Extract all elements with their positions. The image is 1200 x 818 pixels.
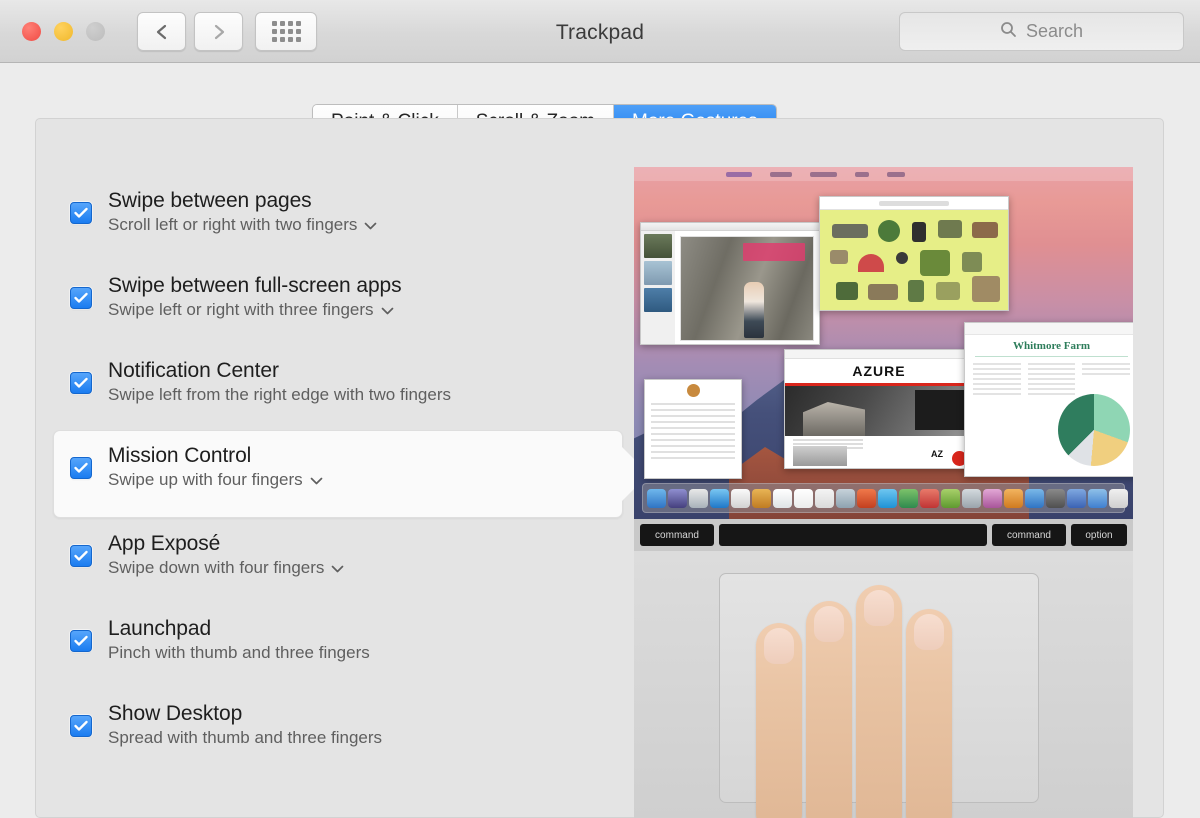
gesture-demo-preview: AZURE AZ Whitmore Farm command command o… (634, 167, 1133, 818)
azure-brand-label: AZURE (785, 359, 973, 383)
gesture-subtitle-row[interactable]: Swipe down with four fingers (108, 558, 344, 578)
gesture-list: Swipe between pages Scroll left or right… (53, 175, 649, 773)
search-placeholder: Search (1025, 21, 1084, 41)
gesture-row-show-desktop[interactable]: Show Desktop Spread with thumb and three… (53, 688, 623, 773)
gesture-title: Swipe between pages (108, 189, 312, 212)
checkbox-notification-center[interactable] (70, 372, 92, 394)
chevron-down-icon[interactable] (331, 558, 344, 578)
azure-magazine-window: AZURE AZ (784, 349, 974, 469)
pie-chart (1058, 394, 1130, 466)
checkbox-launchpad[interactable] (70, 630, 92, 652)
gesture-title: Mission Control (108, 444, 252, 467)
spreadsheet-window: Whitmore Farm (964, 322, 1133, 477)
checkbox-app-expose[interactable] (70, 545, 92, 567)
contact-card-window (644, 379, 742, 479)
spreadsheet-title: Whitmore Farm (1012, 340, 1091, 352)
gesture-title: Swipe between full-screen apps (108, 274, 402, 297)
gesture-subtitle-row[interactable]: Swipe left or right with three fingers (108, 300, 402, 320)
chevron-down-icon[interactable] (310, 470, 323, 490)
gesture-subtitle: Swipe left or right with three fingers (108, 300, 374, 319)
checkbox-swipe-between-full-screen-apps[interactable] (70, 287, 92, 309)
gesture-subtitle: Spread with thumb and three fingers (108, 728, 383, 747)
gesture-subtitle: Swipe up with four fingers (108, 470, 303, 489)
chevron-down-icon[interactable] (364, 215, 377, 235)
key-command-right: command (992, 524, 1066, 546)
gesture-row-notification-center[interactable]: Notification Center Swipe left from the … (53, 345, 623, 430)
gesture-subtitle: Swipe down with four fingers (108, 558, 325, 577)
photo-editor-window (640, 222, 820, 345)
gesture-subtitle: Pinch with thumb and three fingers (108, 643, 370, 662)
shopping-grid-window (819, 196, 1009, 311)
search-icon (1000, 21, 1017, 43)
gesture-title: App Exposé (108, 532, 221, 555)
demo-menu-bar (634, 167, 1133, 181)
key-space (719, 524, 987, 546)
gesture-row-swipe-between-full-screen-apps[interactable]: Swipe between full-screen apps Swipe lef… (53, 260, 623, 345)
demo-keyboard-row: command command option (634, 519, 1133, 551)
gesture-subtitle-row: Swipe left from the right edge with two … (108, 385, 451, 405)
gesture-subtitle: Swipe left from the right edge with two … (108, 385, 451, 404)
gesture-title: Launchpad (108, 617, 212, 640)
demo-laptop-deck (634, 551, 1133, 818)
checkbox-mission-control[interactable] (70, 457, 92, 479)
gesture-subtitle-row[interactable]: Swipe up with four fingers (108, 470, 323, 490)
gesture-title: Notification Center (108, 359, 279, 382)
gesture-title: Show Desktop (108, 702, 243, 725)
gesture-row-launchpad[interactable]: Launchpad Pinch with thumb and three fin… (53, 603, 623, 688)
gesture-row-app-expose[interactable]: App Exposé Swipe down with four fingers (53, 518, 623, 603)
demo-dock (642, 483, 1128, 513)
gesture-row-mission-control[interactable]: Mission Control Swipe up with four finge… (53, 430, 649, 518)
demo-hand-four-fingers (752, 583, 1002, 818)
checkbox-show-desktop[interactable] (70, 715, 92, 737)
key-command-left: command (640, 524, 714, 546)
demo-desktop-screen: AZURE AZ Whitmore Farm (634, 167, 1133, 519)
key-option: option (1071, 524, 1127, 546)
chevron-down-icon[interactable] (381, 300, 394, 320)
gesture-subtitle: Scroll left or right with two fingers (108, 215, 358, 234)
gesture-subtitle-row: Pinch with thumb and three fingers (108, 643, 370, 663)
search-field[interactable]: Search (899, 12, 1184, 51)
gesture-subtitle-row[interactable]: Scroll left or right with two fingers (108, 215, 377, 235)
gesture-subtitle-row: Spread with thumb and three fingers (108, 728, 382, 748)
gesture-row-swipe-between-pages[interactable]: Swipe between pages Scroll left or right… (53, 175, 623, 260)
checkbox-swipe-between-pages[interactable] (70, 202, 92, 224)
window-toolbar: Trackpad Search (0, 0, 1200, 63)
